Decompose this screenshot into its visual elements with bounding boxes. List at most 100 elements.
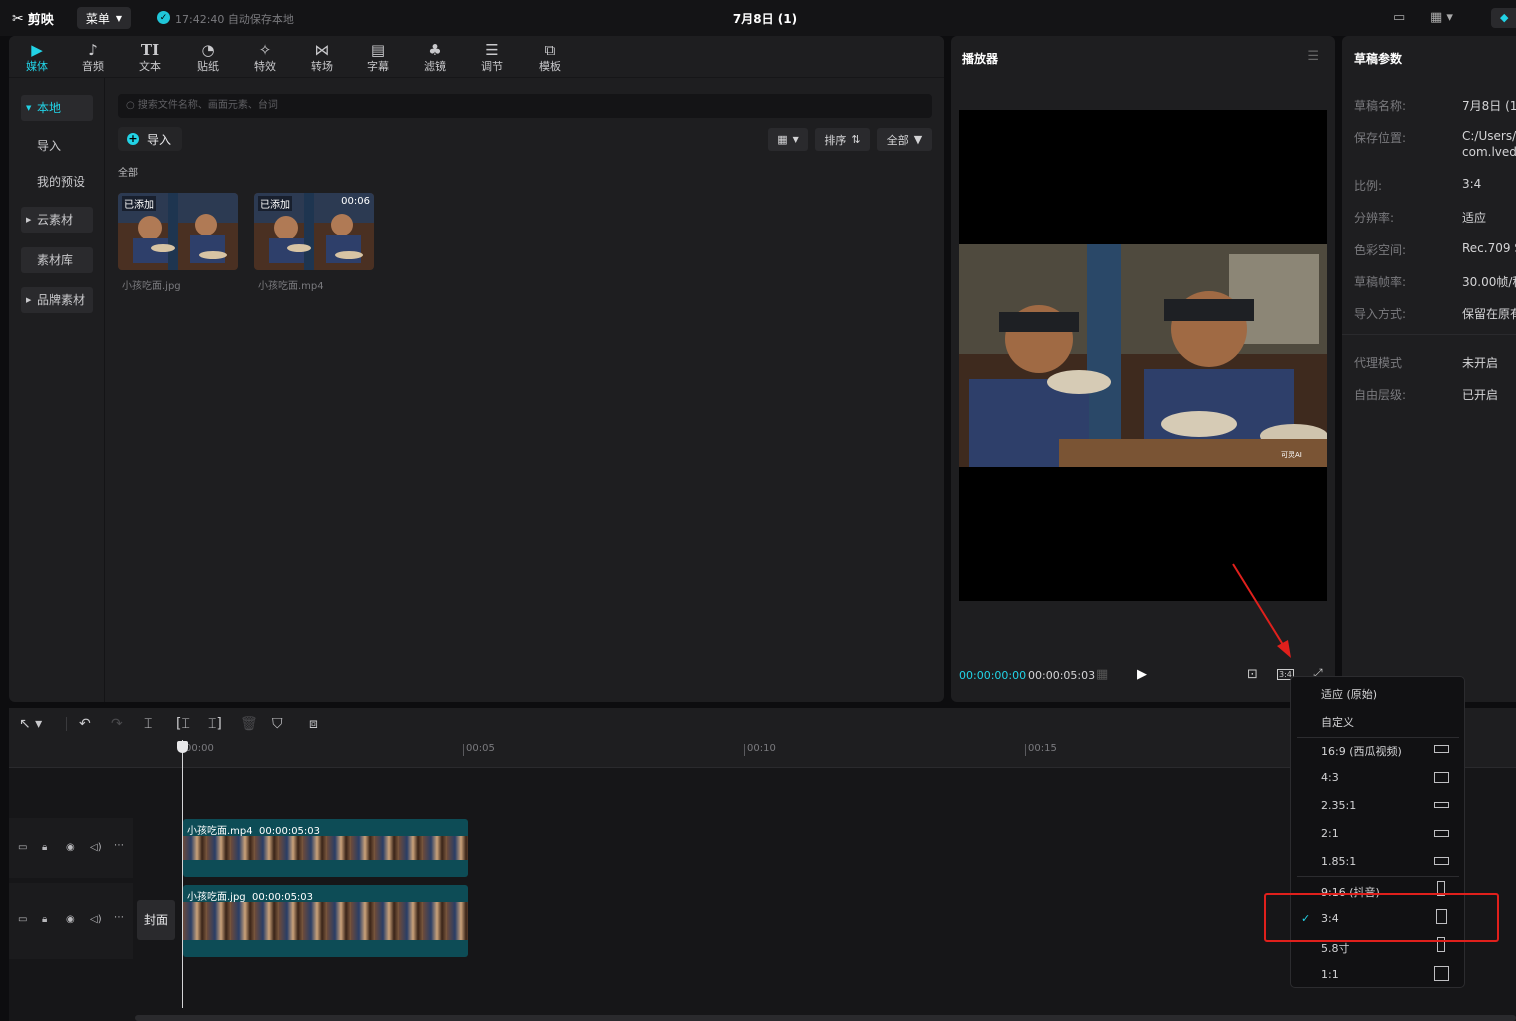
chevron-down-icon: ▼ xyxy=(115,13,123,23)
lock-icon[interactable]: 🔒︎ xyxy=(42,914,47,925)
param-label: 色彩空间: xyxy=(1354,243,1407,257)
more-icon[interactable]: ⋯ xyxy=(114,912,124,923)
speaker-icon[interactable]: ◁) xyxy=(90,914,102,925)
divider xyxy=(1342,334,1516,335)
transition-icon: ⋈ xyxy=(314,41,330,59)
speaker-icon[interactable]: ◁) xyxy=(90,842,102,853)
view-mode-button[interactable]: ▦ ▼ xyxy=(768,128,808,151)
tab-subtitle[interactable]: ▤ 字幕 xyxy=(355,40,401,76)
ratio-option-16-9[interactable]: 16:9 (西瓜视频) xyxy=(1321,743,1402,759)
param-label: 比例: xyxy=(1354,179,1383,193)
clip-label: 小孩吃面.jpg 00:00:05:03 xyxy=(187,892,314,903)
sidebar-item-local[interactable]: ▼ 本地 xyxy=(21,95,93,121)
video-preview[interactable]: 可灵AI xyxy=(959,110,1327,601)
marker-icon[interactable]: ⛉ xyxy=(272,716,283,732)
param-value: 7月8日 (1 xyxy=(1462,99,1516,113)
param-value: C:/Users/ xyxy=(1462,129,1516,143)
lock-icon[interactable]: 🔒︎ xyxy=(42,842,47,853)
cover-button[interactable]: 封面 xyxy=(137,900,175,940)
ratio-option-custom[interactable]: 自定义 xyxy=(1321,714,1354,730)
filter-button[interactable]: 全部 ▼ xyxy=(877,128,932,151)
play-icon[interactable]: ▶ xyxy=(1137,667,1147,682)
shortcut-icon[interactable]: ▭ xyxy=(1393,10,1405,25)
player-title: 播放器 xyxy=(962,52,999,66)
draft-params-panel: 草稿参数 草稿名称: 7月8日 (1 保存位置: C:/Users/ com.lve… xyxy=(1342,36,1516,702)
ratio-option-4-3[interactable]: 4:3 xyxy=(1321,771,1339,784)
sidebar-item-import[interactable]: 导入 xyxy=(21,133,93,159)
ratio-option-1-1[interactable]: 1:1 xyxy=(1321,968,1339,981)
annotation-highlight-box xyxy=(1264,893,1499,942)
split-icon[interactable]: ⌶ xyxy=(144,716,152,732)
sidebar-item-cloud[interactable]: ▶ 云素材 xyxy=(21,207,93,233)
ratio-option-2-1[interactable]: 2:1 xyxy=(1321,827,1339,840)
tab-transition[interactable]: ⋈ 转场 xyxy=(299,40,345,76)
ratio-shape-icon xyxy=(1434,772,1449,783)
tab-effects[interactable]: ✧ 特效 xyxy=(242,40,288,76)
preview-frame: 可灵AI xyxy=(959,244,1327,467)
tab-adjust[interactable]: ☰ 调节 xyxy=(469,40,515,76)
ratio-option-1-85[interactable]: 1.85:1 xyxy=(1321,855,1356,868)
media-sidebar: ▼ 本地 导入 我的预设 ▶ 云素材 素材库 ▶ 品牌素材 xyxy=(9,78,105,702)
sidebar-item-library[interactable]: 素材库 xyxy=(21,247,93,273)
param-value: 3:4 xyxy=(1462,177,1482,191)
tab-audio[interactable]: ♪ 音频 xyxy=(70,40,116,76)
ratio-shape-icon xyxy=(1434,830,1449,837)
ratio-option-original[interactable]: 适应 (原始) xyxy=(1321,686,1377,702)
sidebar-item-brand[interactable]: ▶ 品牌素材 xyxy=(21,287,93,313)
sort-button[interactable]: 排序 ⇅ xyxy=(815,128,870,151)
ratio-shape-icon xyxy=(1434,966,1449,981)
track-type-icon: ▭ xyxy=(18,842,28,853)
eye-icon[interactable]: ◉ xyxy=(66,842,75,853)
media-thumbnail[interactable]: 已添加 00:06 xyxy=(254,193,374,270)
crop-icon[interactable]: ⧈ xyxy=(309,716,318,732)
hamburger-icon[interactable]: ☰ xyxy=(1307,49,1319,64)
watermark: 可灵AI xyxy=(1281,451,1302,459)
draft-title: 草稿参数 xyxy=(1354,52,1403,66)
timeline-scrollbar[interactable] xyxy=(135,1015,1516,1021)
diamond-icon[interactable]: ◆ xyxy=(1491,8,1516,28)
current-time: 00:00:00:00 xyxy=(959,669,1027,682)
param-value: 未开启 xyxy=(1462,356,1499,370)
divider xyxy=(1297,737,1459,738)
check-icon: ✓ xyxy=(157,11,170,24)
split-left-icon[interactable]: [⌶ xyxy=(176,716,190,732)
split-right-icon[interactable]: ⌶] xyxy=(208,716,222,732)
menu-label: 菜单 xyxy=(85,11,110,26)
tab-filter[interactable]: ♣ 滤镜 xyxy=(412,40,458,76)
ratio-option-5-8[interactable]: 5.8寸 xyxy=(1321,940,1350,956)
zoom-fit-icon[interactable]: ⊡ xyxy=(1247,667,1258,682)
tab-media[interactable]: ▶ 媒体 xyxy=(14,40,60,76)
media-thumbnail[interactable]: 已添加 xyxy=(118,193,238,270)
section-label: 全部 xyxy=(118,168,138,179)
tab-text[interactable]: TI 文本 xyxy=(127,40,173,76)
param-value: 保留在原有 xyxy=(1462,307,1516,321)
select-cursor-icon[interactable]: ↖ ▾ xyxy=(19,716,42,732)
more-icon[interactable]: ⋯ xyxy=(114,840,124,851)
tab-template[interactable]: ⧉ 模板 xyxy=(527,40,573,76)
track-type-icon: ▭ xyxy=(18,914,28,925)
ratio-option-2-35[interactable]: 2.35:1 xyxy=(1321,799,1356,812)
eye-icon[interactable]: ◉ xyxy=(66,914,75,925)
grid-icon: ▦ xyxy=(777,133,788,146)
playhead[interactable] xyxy=(182,740,183,1008)
layout-icon[interactable]: ▦ ▾ xyxy=(1430,10,1453,25)
sidebar-item-presets[interactable]: 我的预设 xyxy=(21,169,93,195)
text-icon: TI xyxy=(140,41,160,59)
menu-button[interactable]: 菜单 ▼ xyxy=(77,7,131,29)
caret-right-icon: ▶ xyxy=(26,296,32,304)
playhead-handle[interactable] xyxy=(177,741,188,753)
filter-funnel-icon: ▼ xyxy=(913,133,923,146)
import-button[interactable]: + 导入 xyxy=(118,127,182,151)
undo-icon[interactable]: ↶ xyxy=(79,716,91,732)
project-title: 7月8日 (1) xyxy=(732,12,798,26)
duration-badge: 00:06 xyxy=(341,196,370,207)
tab-sticker[interactable]: ◔ 贴纸 xyxy=(185,40,231,76)
video-clip[interactable]: 小孩吃面.mp4 00:00:05:03 xyxy=(183,819,468,877)
clip-filmstrip xyxy=(183,902,468,940)
param-value: 适应 xyxy=(1462,211,1487,225)
added-badge: 已添加 xyxy=(258,196,292,211)
image-clip[interactable]: 小孩吃面.jpg 00:00:05:03 xyxy=(183,885,468,957)
media-search-input[interactable]: ○ 搜索文件名称、画面元素、台词 xyxy=(118,94,932,118)
media-filename: 小孩吃面.jpg xyxy=(122,281,181,292)
ruler-tick: 00:15 xyxy=(1025,744,1057,756)
